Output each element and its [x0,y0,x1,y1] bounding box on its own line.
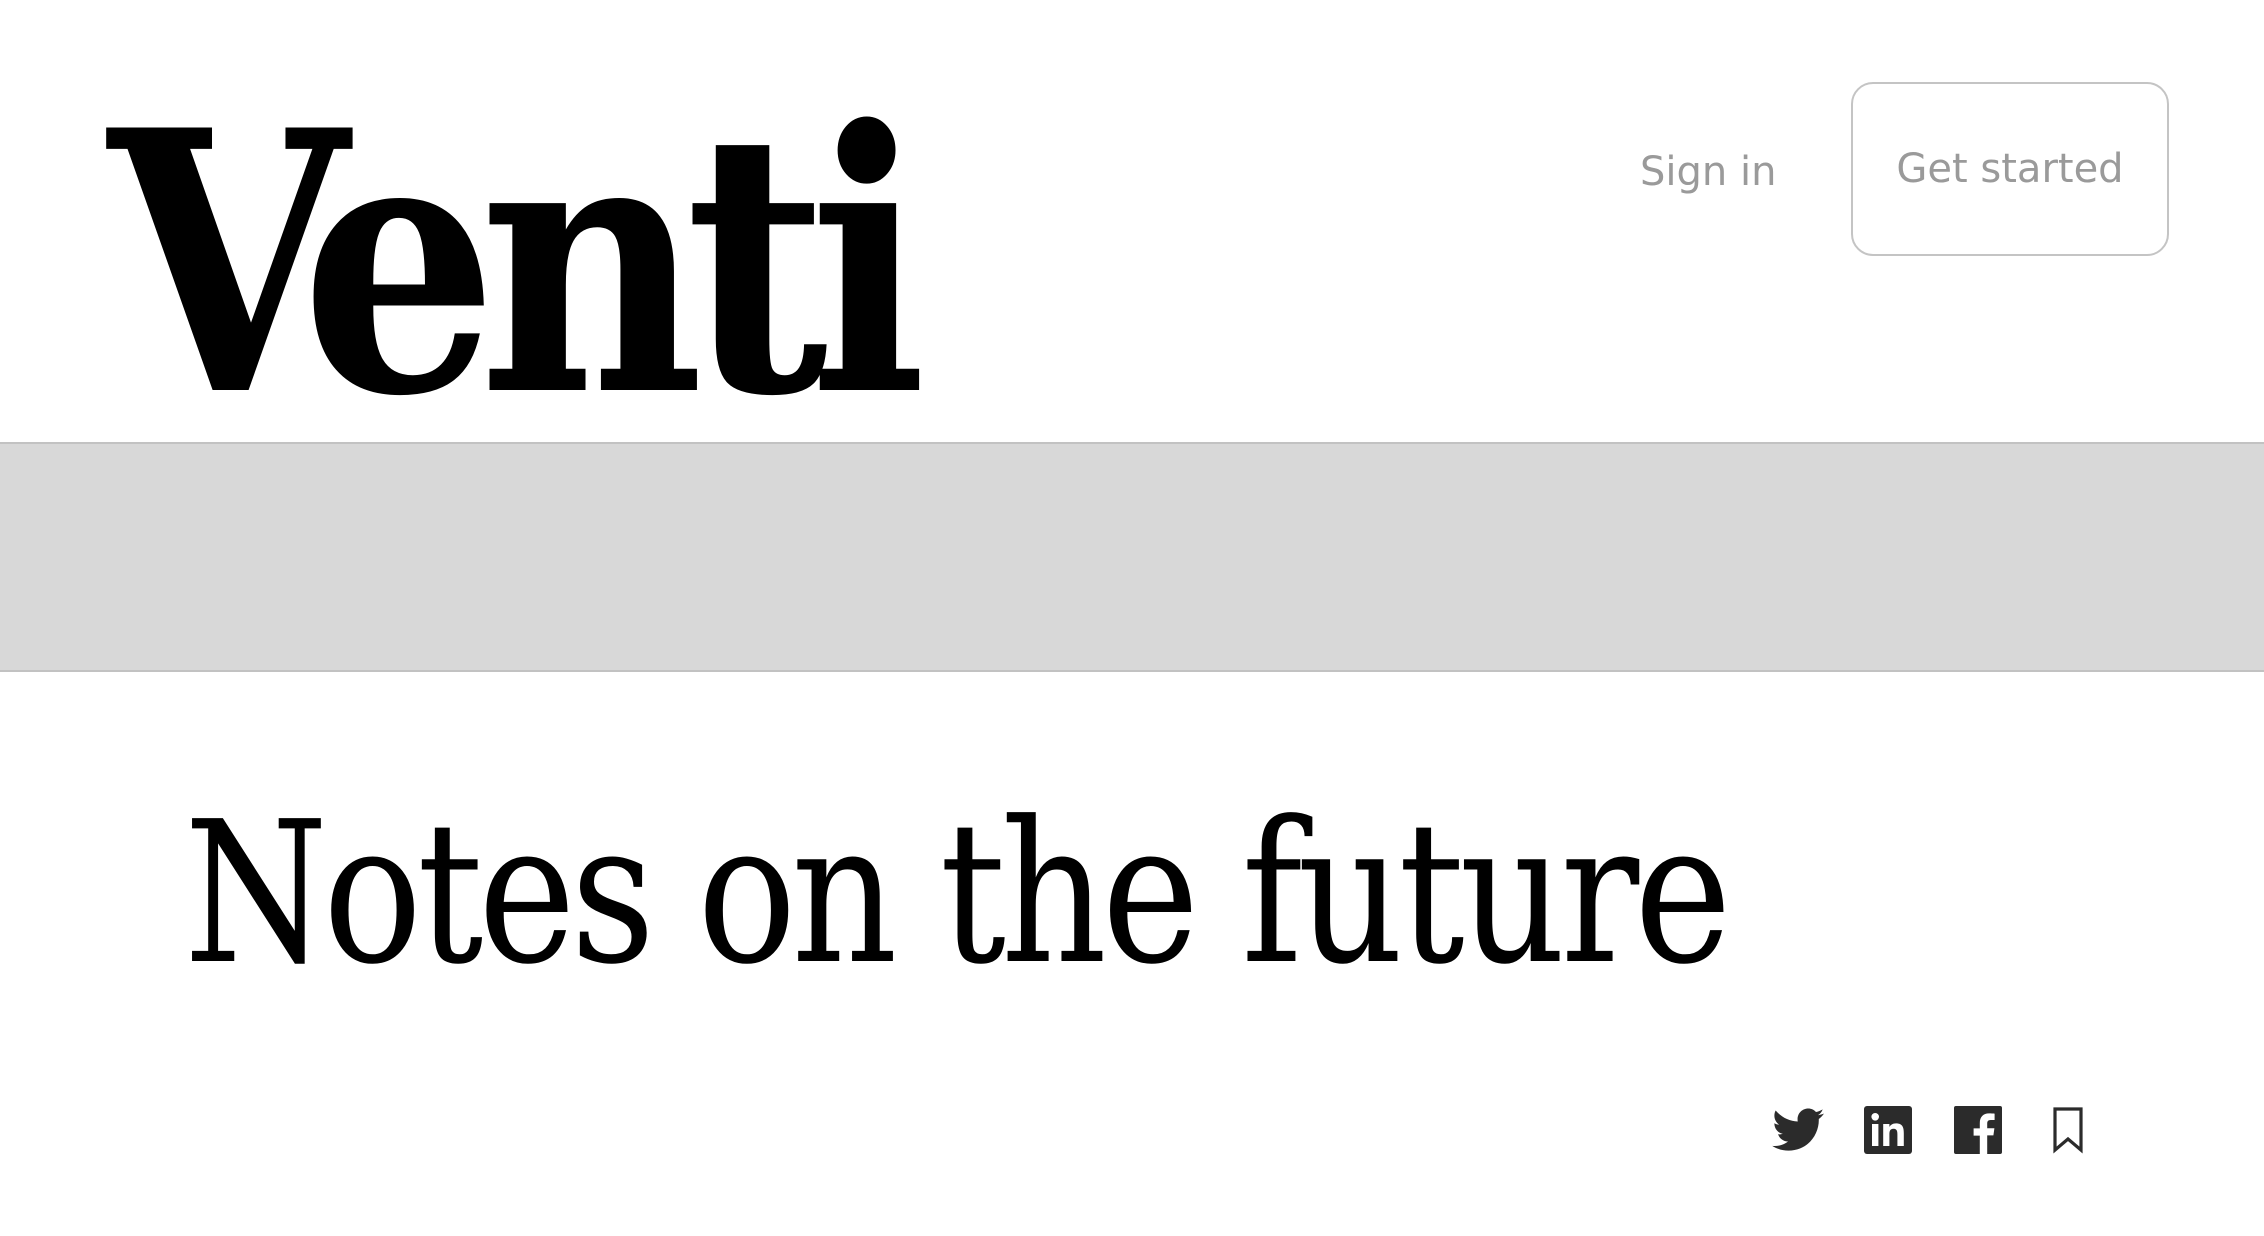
site-logo[interactable]: Venti [108,84,927,444]
site-header: Venti Sign in Get started [0,0,2264,444]
article-title: Notes on the future [184,780,1732,1008]
bookmark-icon[interactable] [2042,1104,2094,1156]
facebook-icon[interactable] [1952,1104,2004,1156]
hero-banner [0,442,2264,672]
share-bar [1772,1104,2094,1156]
twitter-icon[interactable] [1772,1104,1824,1156]
sign-in-link[interactable]: Sign in [1640,146,1776,198]
linkedin-icon[interactable] [1862,1104,1914,1156]
get-started-button[interactable]: Get started [1851,82,2169,256]
